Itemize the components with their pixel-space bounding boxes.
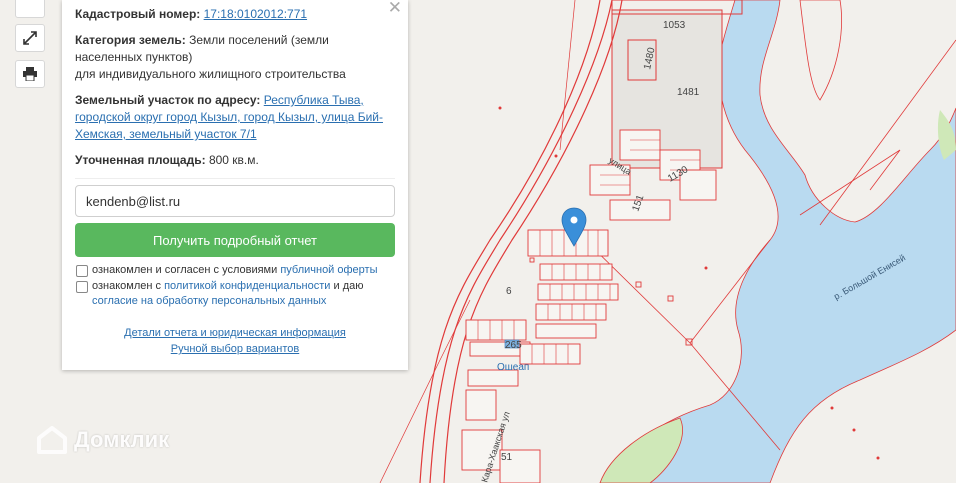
report-details-link[interactable]: Детали отчета и юридическая информация: [124, 327, 346, 339]
get-report-button[interactable]: Получить подробный отчет: [75, 223, 395, 257]
address-link[interactable]: городской округ город Кызыл, город Кызыл…: [75, 110, 383, 124]
parcel-info-panel: ✕ Кадастровый номер: 17:18:0102012:771 К…: [62, 0, 408, 370]
address-row: Земельный участок по адресу: Республика …: [75, 92, 395, 143]
zoom-button[interactable]: [15, 0, 45, 18]
category-row: Категория земель: Земли поселений (земли…: [75, 32, 395, 83]
logo-text: Домклик: [74, 427, 170, 452]
close-icon[interactable]: ✕: [388, 0, 402, 16]
address-link[interactable]: Хемская, земельный участок 7/1: [75, 127, 257, 141]
street-label: Ошеап: [497, 362, 529, 373]
privacy-checkbox[interactable]: [76, 281, 88, 293]
email-field[interactable]: [75, 185, 395, 217]
privacy-tail-text: и даю: [330, 280, 364, 292]
offer-consent-checkbox-row: ознакомлен и согласен с условиями публич…: [75, 263, 395, 278]
expand-arrows-icon: [23, 31, 37, 45]
data-processing-link[interactable]: согласие на обработку персональных данны…: [92, 295, 326, 307]
privacy-consent-checkbox-row: ознакомлен с политикой конфиденциальност…: [75, 279, 395, 309]
category-label: Категория земель:: [75, 33, 186, 47]
category-value: населенных пунктов): [75, 50, 193, 64]
manual-selection-link[interactable]: Ручной выбор вариантов: [171, 343, 299, 355]
address-link[interactable]: Республика Тыва,: [264, 93, 364, 107]
parcel-label: 1053: [663, 20, 686, 31]
print-button[interactable]: [15, 60, 45, 88]
printer-icon: [23, 67, 37, 81]
address-label: Земельный участок по адресу:: [75, 93, 261, 107]
area-value: 800 кв.м.: [208, 153, 259, 167]
divider: [75, 178, 395, 179]
category-value: для индивидуального жилищного строительс…: [75, 67, 346, 81]
parcel-label: 1481: [677, 87, 700, 98]
parcel-label: 265: [505, 340, 522, 351]
parcel-label: 6: [506, 286, 512, 297]
fullscreen-button[interactable]: [15, 24, 45, 52]
offer-checkbox[interactable]: [76, 265, 88, 277]
cadastral-number-link[interactable]: 17:18:0102012:771: [204, 7, 307, 21]
cadastral-row: Кадастровый номер: 17:18:0102012:771: [75, 6, 395, 23]
offer-link[interactable]: публичной оферты: [280, 264, 377, 276]
panel-footer: Детали отчета и юридическая информация Р…: [75, 325, 395, 357]
area-row: Уточненная площадь: 800 кв.м.: [75, 152, 395, 169]
parcel-label: 51: [501, 452, 513, 463]
house-logo-icon: [37, 426, 67, 454]
privacy-text: ознакомлен с: [92, 280, 165, 292]
domclick-logo: Домклик: [36, 425, 169, 455]
category-value: Земли поселений (земли: [189, 33, 329, 47]
offer-text: ознакомлен и согласен с условиями: [92, 264, 281, 276]
area-label: Уточненная площадь:: [75, 153, 206, 167]
privacy-policy-link[interactable]: политикой конфиденциальности: [164, 280, 330, 292]
cadastral-label: Кадастровый номер:: [75, 7, 201, 21]
